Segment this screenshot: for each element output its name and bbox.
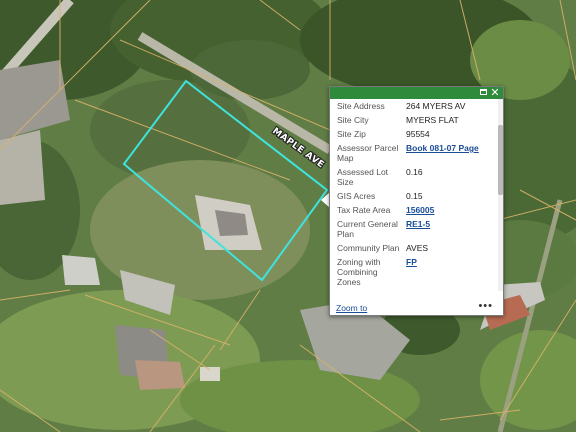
attribute-value-link[interactable]: 156005 [406, 205, 434, 215]
attribute-row: Current General Plan RE1-5 [330, 217, 498, 241]
attribute-row: Zoning with Combining Zones FP [330, 255, 498, 289]
attribute-value-cell: MYERS FLAT [406, 115, 459, 125]
attribute-value-cell: 264 MYERS AV [406, 101, 466, 111]
maximize-icon[interactable] [477, 87, 489, 99]
attribute-value-cell: 0.15 [406, 191, 423, 201]
feature-popup: ✕ Site Address 264 MYERS AV Site City MYERS… [329, 86, 504, 316]
zoom-to-link[interactable]: Zoom to [336, 303, 367, 313]
attribute-value-cell: 95554 [406, 129, 430, 139]
attribute-value-cell: 156005 [401, 203, 498, 217]
attribute-row: Community Plan AVES [330, 241, 498, 255]
attribute-value-cell: AVES [406, 243, 429, 253]
attribute-row: Assessor Parcel Map Book 081-07 Page [330, 141, 498, 165]
attribute-name: Tax Rate Area [337, 205, 391, 215]
popup-attribute-list[interactable]: Site Address 264 MYERS AV Site City MYERS F… [330, 99, 503, 291]
attribute-value-cell: Book 081-07 Page [401, 141, 498, 165]
popup-scrollbar[interactable] [498, 99, 503, 291]
attribute-value-cell: 0.16 [406, 167, 423, 177]
popup-footer: Zoom to ••• [330, 300, 503, 315]
scrollbar-thumb[interactable] [498, 125, 503, 195]
attribute-row: Tax Rate Area 156005 [330, 203, 498, 217]
attribute-name: Site City [337, 115, 369, 125]
attribute-row: Site Zip 95554 [330, 127, 498, 141]
popup-header: ✕ [330, 87, 503, 99]
attribute-name: GIS Acres [337, 191, 376, 201]
attribute-name: Site Zip [337, 129, 366, 139]
attribute-row: Site City MYERS FLAT [330, 113, 498, 127]
attribute-row: Site Address 264 MYERS AV [330, 99, 498, 113]
attribute-name: Current General Plan [337, 219, 398, 239]
attribute-row: GIS Acres 0.15 [330, 189, 498, 203]
attribute-name: Zoning [330, 289, 401, 291]
attribute-name: Site Address [337, 101, 385, 111]
attribute-row: Assessed Lot Size 0.16 [330, 165, 498, 189]
attribute-name: Assessor Parcel Map [337, 143, 399, 163]
attribute-name: Zoning with Combining Zones [337, 257, 381, 287]
attribute-value-link[interactable]: RE1-5 [406, 219, 430, 229]
attribute-row: Zoning4/10/1900 [330, 289, 498, 291]
attribute-value-cell: 4/10/1900 [401, 289, 498, 291]
attribute-name: Community Plan [337, 243, 400, 253]
close-icon[interactable]: ✕ [489, 87, 501, 99]
attribute-value-cell: RE1-5 [401, 217, 498, 241]
attribute-value-link[interactable]: Book 081-07 Page [406, 143, 479, 153]
attribute-value-link[interactable]: FP [406, 257, 417, 267]
attribute-table: Site Address 264 MYERS AV Site City MYERS F… [330, 99, 498, 291]
more-options-icon[interactable]: ••• [478, 300, 493, 312]
attribute-value-cell: FP [401, 255, 498, 289]
attribute-name: Assessed Lot Size [337, 167, 389, 187]
